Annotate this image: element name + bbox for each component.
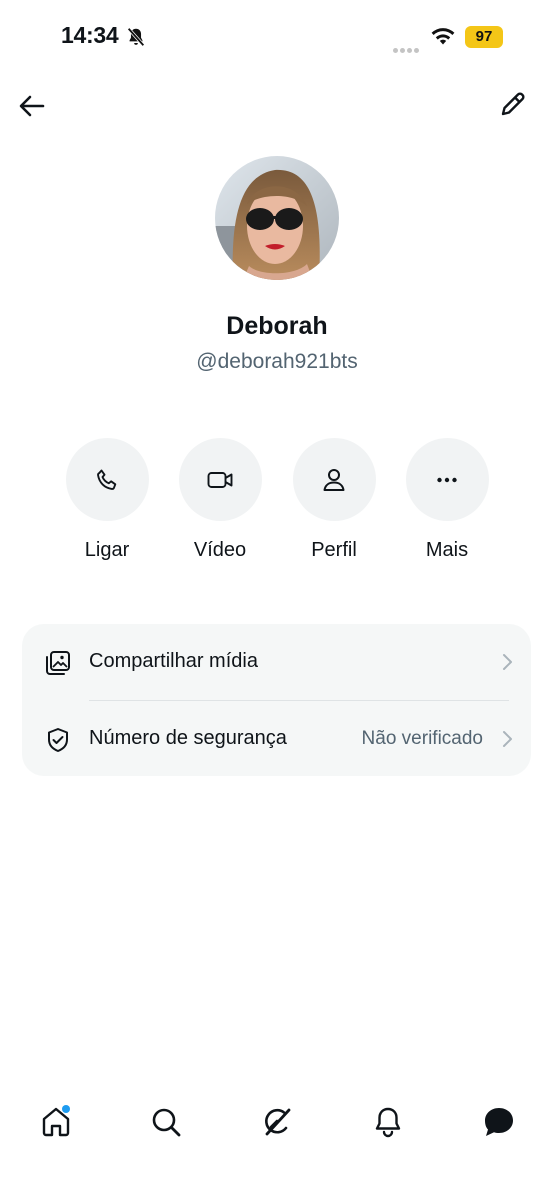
profile-button-circle[interactable] xyxy=(292,438,376,521)
conversation-settings-card: Compartilhar mídia Número de segurança N… xyxy=(22,624,531,776)
video-button-circle[interactable] xyxy=(178,438,262,521)
person-icon xyxy=(323,468,345,491)
chevron-right-icon xyxy=(503,731,512,747)
more-dots-icon xyxy=(437,477,457,482)
bell-icon[interactable] xyxy=(370,1104,406,1140)
chat-bubble-icon[interactable] xyxy=(481,1104,517,1140)
media-gallery-icon xyxy=(46,651,70,675)
avatar[interactable] xyxy=(215,156,339,280)
bottom-nav xyxy=(0,1090,554,1160)
call-label: Ligar xyxy=(84,539,130,561)
profile-label: Perfil xyxy=(311,539,357,561)
video-camera-icon xyxy=(207,471,233,488)
call-button[interactable]: Ligar xyxy=(65,438,149,562)
profile-name: Deborah xyxy=(226,312,328,340)
bell-muted-icon xyxy=(127,27,145,47)
avatar-photo xyxy=(215,156,339,280)
back-arrow-icon[interactable] xyxy=(16,90,48,122)
chevron-right-icon xyxy=(503,654,512,670)
more-button[interactable]: Mais xyxy=(405,438,489,562)
video-label: Vídeo xyxy=(193,539,247,561)
grok-icon[interactable] xyxy=(259,1104,295,1140)
signal-indicator xyxy=(393,40,421,58)
phone-icon xyxy=(97,469,117,490)
safety-number-label: Número de segurança xyxy=(89,727,287,749)
more-button-circle[interactable] xyxy=(405,438,489,521)
wifi-icon xyxy=(431,28,455,45)
share-media-row[interactable]: Compartilhar mídia xyxy=(22,624,531,700)
shield-check-icon xyxy=(48,728,68,752)
more-label: Mais xyxy=(425,539,469,561)
status-bar: 14:34 97 xyxy=(0,0,554,76)
call-button-circle[interactable] xyxy=(65,438,149,521)
safety-number-row[interactable]: Número de segurança Não verificado xyxy=(22,701,531,777)
video-button[interactable]: Vídeo xyxy=(178,438,262,562)
safety-number-status: Não verificado xyxy=(361,728,483,749)
share-media-label: Compartilhar mídia xyxy=(89,650,258,672)
home-notification-dot xyxy=(62,1105,70,1113)
battery-indicator: 97 xyxy=(465,26,503,48)
edit-pencil-icon[interactable] xyxy=(497,88,529,120)
search-icon[interactable] xyxy=(148,1104,184,1140)
status-time: 14:34 xyxy=(61,22,119,48)
profile-button[interactable]: Perfil xyxy=(292,438,376,562)
profile-handle: @deborah921bts xyxy=(196,350,358,373)
